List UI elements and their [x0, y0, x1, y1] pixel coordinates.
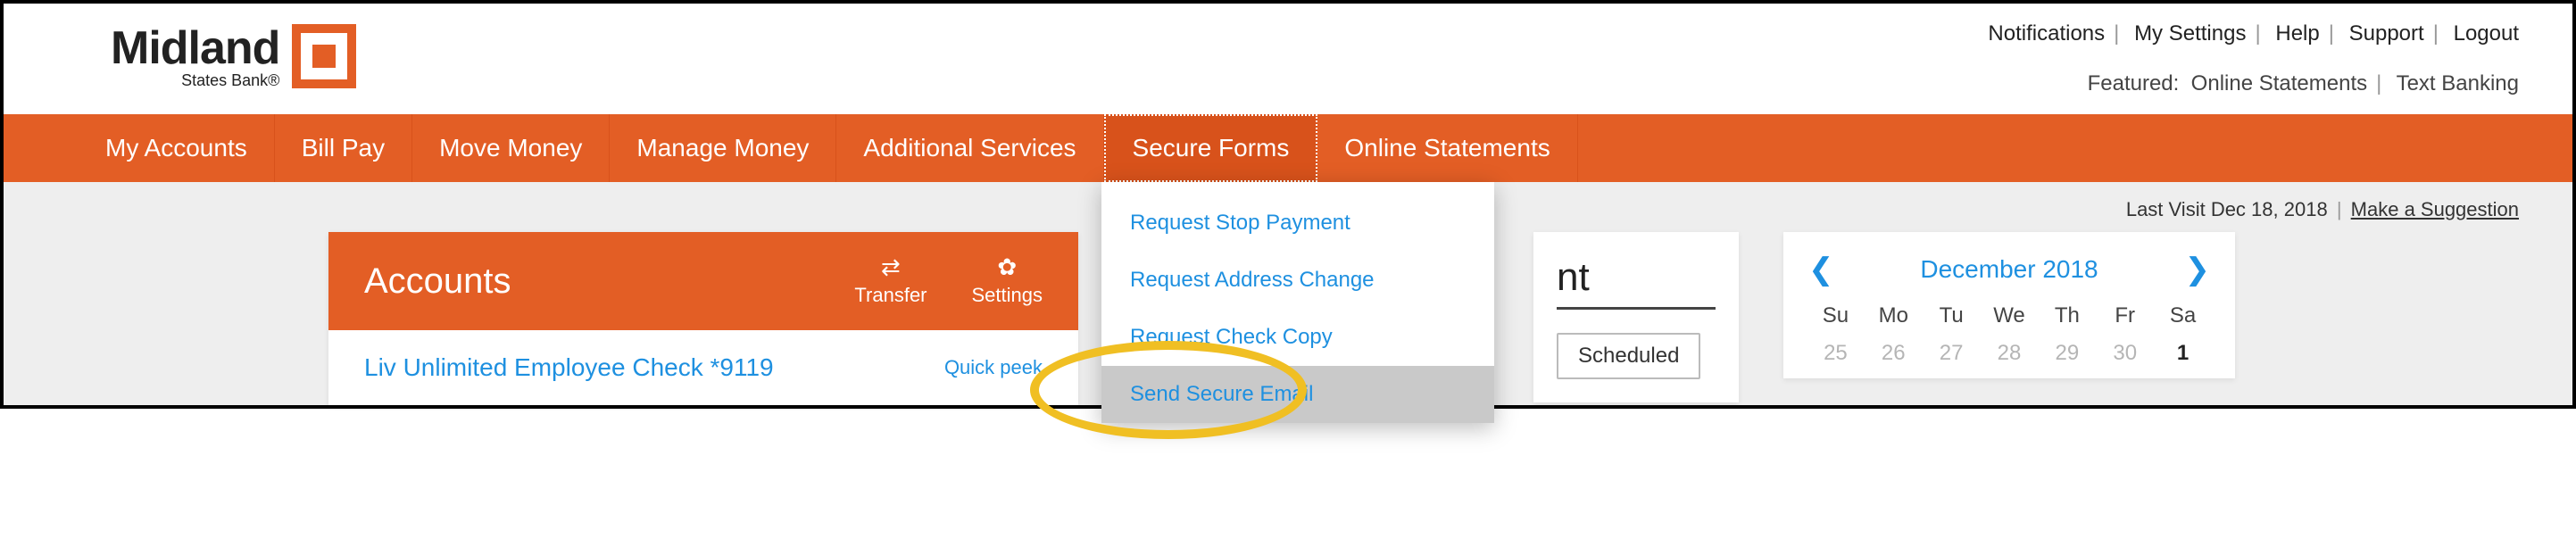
- calendar-day[interactable]: 25: [1808, 341, 1863, 366]
- make-suggestion-link[interactable]: Make a Suggestion: [2351, 198, 2519, 220]
- dow: We: [1982, 303, 2037, 328]
- calendar-day[interactable]: 27: [1924, 341, 1979, 366]
- settings-label: Settings: [972, 284, 1043, 307]
- scheduled-tab[interactable]: Scheduled: [1557, 333, 1700, 379]
- calendar-prev-button[interactable]: ❮: [1808, 252, 1834, 287]
- transfer-label: Transfer: [854, 284, 927, 307]
- featured-row: Featured: Online Statements| Text Bankin…: [1988, 71, 2519, 96]
- nav-manage-money[interactable]: Manage Money: [610, 114, 836, 182]
- account-name-link[interactable]: Liv Unlimited Employee Check *9119: [364, 353, 774, 382]
- dropdown-request-stop-payment[interactable]: Request Stop Payment: [1101, 195, 1494, 252]
- secure-forms-dropdown: Request Stop Payment Request Address Cha…: [1101, 182, 1494, 423]
- calendar-month-label: December 2018: [1920, 255, 2098, 284]
- brand-mark-icon: [292, 24, 356, 88]
- dow: Tu: [1924, 303, 1979, 328]
- primary-nav: My Accounts Bill Pay Move Money Manage M…: [4, 114, 2572, 182]
- gear-icon: ✿: [972, 255, 1043, 278]
- dow: Sa: [2156, 303, 2210, 328]
- calendar-day[interactable]: 26: [1866, 341, 1921, 366]
- dow: Mo: [1866, 303, 1921, 328]
- dow: Su: [1808, 303, 1863, 328]
- nav-online-statements[interactable]: Online Statements: [1317, 114, 1577, 182]
- utility-nav: Notifications| My Settings| Help| Suppor…: [1988, 21, 2519, 46]
- dropdown-send-secure-email[interactable]: Send Secure Email: [1101, 366, 1494, 423]
- logout-link[interactable]: Logout: [2454, 21, 2519, 46]
- calendar-day[interactable]: 1: [2156, 341, 2210, 366]
- calendar-day[interactable]: 30: [2098, 341, 2152, 366]
- nav-additional-services[interactable]: Additional Services: [836, 114, 1103, 182]
- nav-my-accounts[interactable]: My Accounts: [79, 114, 275, 182]
- brand-logo[interactable]: Midland States Bank®: [111, 21, 356, 90]
- transfer-button[interactable]: ⇄ Transfer: [854, 255, 927, 307]
- nav-secure-forms[interactable]: Secure Forms: [1104, 114, 1318, 182]
- accounts-card: Accounts ⇄ Transfer ✿ Settings Liv Unlim…: [328, 232, 1078, 405]
- accounts-title: Accounts: [364, 261, 511, 302]
- support-link[interactable]: Support: [2349, 21, 2424, 46]
- my-settings-link[interactable]: My Settings: [2134, 21, 2246, 46]
- calendar-widget: ❮ December 2018 ❯ Su Mo Tu We Th Fr Sa 2…: [1783, 232, 2235, 378]
- dow: Th: [2040, 303, 2094, 328]
- dropdown-request-check-copy[interactable]: Request Check Copy: [1101, 309, 1494, 366]
- calendar-next-button[interactable]: ❯: [2184, 252, 2210, 287]
- featured-label: Featured:: [2088, 71, 2180, 95]
- nav-bill-pay[interactable]: Bill Pay: [275, 114, 412, 182]
- last-visit-label: Last Visit: [2126, 198, 2206, 220]
- featured-text-banking[interactable]: Text Banking: [2397, 71, 2519, 95]
- secondary-card: nt Scheduled: [1533, 232, 1739, 402]
- brand-name: Midland: [111, 21, 279, 75]
- calendar-day[interactable]: 29: [2040, 341, 2094, 366]
- notifications-link[interactable]: Notifications: [1988, 21, 2105, 46]
- transfer-icon: ⇄: [854, 255, 927, 278]
- last-visit-value: Dec 18, 2018: [2211, 198, 2328, 220]
- dow: Fr: [2098, 303, 2152, 328]
- help-link[interactable]: Help: [2275, 21, 2319, 46]
- dropdown-request-address-change[interactable]: Request Address Change: [1101, 252, 1494, 309]
- settings-button[interactable]: ✿ Settings: [972, 255, 1043, 307]
- account-row: Liv Unlimited Employee Check *9119 Quick…: [328, 330, 1078, 405]
- nav-move-money[interactable]: Move Money: [412, 114, 610, 182]
- featured-online-statements[interactable]: Online Statements: [2191, 71, 2367, 95]
- secondary-card-title: nt: [1557, 255, 1716, 310]
- quick-peek-link[interactable]: Quick peek: [944, 356, 1043, 379]
- calendar-day[interactable]: 28: [1982, 341, 2037, 366]
